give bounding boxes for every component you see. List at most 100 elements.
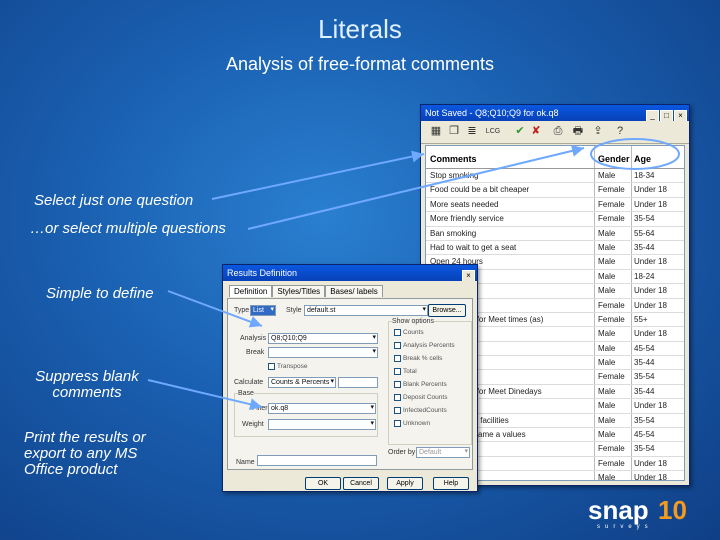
transpose-checkbox[interactable]: Transpose <box>268 363 307 370</box>
comment-cell: Had to wait to get a seat <box>430 242 517 252</box>
gender-cell: Male <box>598 343 616 353</box>
age-cell: 35-54 <box>634 372 655 382</box>
callout-suppress-blank: Suppress blank comments <box>35 368 139 401</box>
export-icon[interactable]: ⇪ <box>591 125 605 138</box>
callout-print-export: Print the results or export to any MS Of… <box>24 429 146 478</box>
grid-icon[interactable]: ▦ <box>429 125 443 138</box>
check-icon[interactable]: ✔ <box>513 125 527 138</box>
weight-field[interactable] <box>268 419 376 430</box>
gender-cell: Male <box>598 358 616 368</box>
arrow-select-one <box>211 150 425 200</box>
age-cell: Under 18 <box>634 300 667 310</box>
gender-cell: Female <box>598 458 625 468</box>
cancel-button[interactable]: Cancel <box>343 477 379 490</box>
age-cell: Under 18 <box>634 286 667 296</box>
minimize-icon[interactable]: _ <box>646 110 659 121</box>
comment-cell: More friendly service <box>430 214 504 224</box>
option-checkbox[interactable]: Total <box>394 368 417 375</box>
type-label: Type <box>234 307 250 314</box>
table-row[interactable]: Stop smoking Male 18-34 <box>426 169 684 184</box>
browse-button[interactable]: Browse... <box>428 304 466 317</box>
apply-button[interactable]: Apply <box>387 477 423 490</box>
age-cell: 55+ <box>634 314 648 324</box>
age-cell: 35-44 <box>634 242 655 252</box>
gender-cell: Female <box>598 372 625 382</box>
type-select[interactable]: List <box>250 305 276 316</box>
slide-title: Literals <box>318 14 402 44</box>
style-select[interactable]: default.st <box>304 305 428 316</box>
format-icon[interactable]: ≣ <box>465 125 479 138</box>
option-checkbox[interactable]: Counts <box>394 329 424 336</box>
print-preview-icon[interactable]: ⎙ <box>551 125 565 138</box>
age-cell: 18-24 <box>634 271 655 281</box>
close-icon[interactable]: × <box>674 110 687 121</box>
order-by-select[interactable]: Default <box>416 447 470 458</box>
table-row[interactable]: Had to wait to get a seat Male 35-44 <box>426 241 684 256</box>
age-cell: 35-44 <box>634 358 655 368</box>
age-cell: Under 18 <box>634 199 667 209</box>
style-label: Style <box>286 307 302 314</box>
analysis-label: Analysis <box>240 335 267 342</box>
gender-cell: Male <box>598 415 616 425</box>
gender-cell: Female <box>598 314 625 324</box>
option-checkbox[interactable]: Break % cells <box>394 355 442 362</box>
snap-logo: snap <box>588 495 649 525</box>
filter-field[interactable]: ok.q8 <box>268 403 376 414</box>
age-cell: 18-34 <box>634 171 655 180</box>
show-options-label: Show options <box>392 318 435 325</box>
table-row[interactable]: More seats needed Female Under 18 <box>426 198 684 213</box>
help-icon[interactable]: ? <box>613 125 627 138</box>
column-header-comments[interactable]: Comments <box>430 154 477 164</box>
lcg-icon[interactable]: LCG <box>483 125 503 138</box>
ok-button[interactable]: OK <box>305 477 341 490</box>
results-titlebar[interactable]: Not Saved - Q8;Q10;Q9 for ok.q8 _ □ × <box>421 105 689 121</box>
calculate-select[interactable]: Counts & Percents <box>268 377 336 388</box>
results-definition-dialog[interactable]: Results Definition × Definition Styles/Ti… <box>222 264 478 492</box>
comment-cell: Ban smoking <box>430 228 477 238</box>
age-cell: Under 18 <box>634 473 667 481</box>
base-label: Base <box>238 390 254 397</box>
callout-select-multiple: …or select multiple questions <box>30 220 226 237</box>
comment-cell: Food could be a bit cheaper <box>430 185 530 195</box>
table-row[interactable]: Ban smoking Male 55-64 <box>426 227 684 241</box>
callout-simple-define: Simple to define <box>46 285 154 302</box>
gender-cell: Male <box>598 286 616 296</box>
option-checkbox[interactable]: Unknown <box>394 420 430 427</box>
gender-cell: Female <box>598 185 625 195</box>
table-row[interactable]: Food could be a bit cheaper Female Under 1… <box>426 183 684 198</box>
results-window-title: Not Saved - Q8;Q10;Q9 for ok.q8 <box>425 108 559 118</box>
weight-label: Weight <box>242 421 264 428</box>
age-cell: Under 18 <box>634 257 667 267</box>
dialog-close-icon[interactable]: × <box>462 270 475 281</box>
name-field[interactable] <box>257 455 377 466</box>
option-checkbox[interactable]: Analysis Percents <box>394 342 455 349</box>
comment-cell: Stop smoking <box>430 171 479 180</box>
age-cell: Under 18 <box>634 185 667 195</box>
maximize-icon[interactable]: □ <box>660 110 673 121</box>
analysis-field[interactable]: Q8;Q10;Q9 <box>268 333 378 344</box>
calculate-label: Calculate <box>234 379 264 386</box>
print-icon[interactable]: 🖶 <box>571 125 585 138</box>
column-header-age[interactable]: Age <box>634 154 651 164</box>
definition-panel: Type List Style default.st Browse... Ana… <box>227 298 473 470</box>
gender-cell: Female <box>598 214 625 224</box>
calculate-extra-field[interactable] <box>338 377 378 388</box>
tab-styles-titles[interactable]: Styles/Titles <box>272 285 326 297</box>
table-row[interactable]: More friendly service Female 35-54 <box>426 212 684 227</box>
grid-header: Comments Gender Age <box>426 146 684 169</box>
filter-label: Filter <box>252 405 268 412</box>
column-header-gender[interactable]: Gender <box>598 154 630 164</box>
option-checkbox[interactable]: Blank Percents <box>394 381 447 388</box>
tab-bases-labels[interactable]: Bases/ labels <box>325 285 383 297</box>
tab-definition[interactable]: Definition <box>229 285 273 297</box>
copy-icon[interactable]: ❐ <box>447 125 461 138</box>
logo-surveys: surveys <box>597 524 653 530</box>
option-checkbox[interactable]: Deposit Counts <box>394 394 447 401</box>
age-cell: 45-54 <box>634 343 655 353</box>
option-checkbox[interactable]: InfectedCounts <box>394 407 447 414</box>
definition-titlebar[interactable]: Results Definition × <box>223 265 477 281</box>
cross-icon[interactable]: ✘ <box>529 125 543 138</box>
help-button[interactable]: Help <box>433 477 469 490</box>
age-cell: 35-44 <box>634 386 655 396</box>
break-field[interactable] <box>268 347 378 358</box>
